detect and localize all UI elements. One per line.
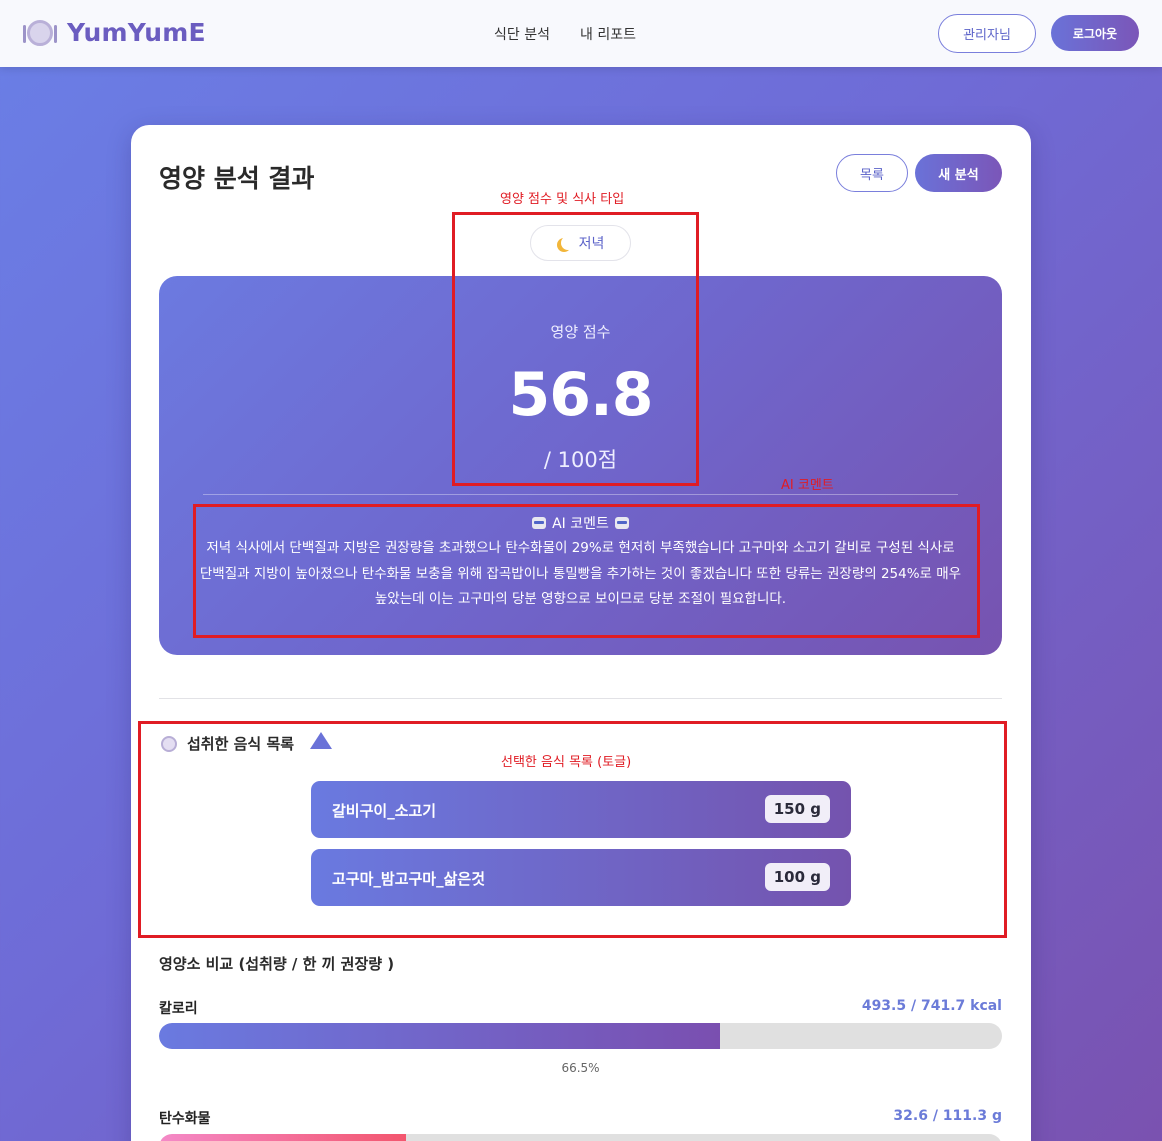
progress-fill-carbs [159,1134,406,1141]
progress-bar-calories [159,1023,1002,1049]
annotation-label-score: 영양 점수 및 식사 타입 [500,192,625,207]
progress-percent-calories: 66.5% [561,1061,600,1075]
new-analysis-button[interactable]: 새 분석 [915,154,1002,192]
logo-text: YumYumE [67,18,206,47]
admin-button[interactable]: 관리자님 [938,14,1036,53]
logo[interactable]: YumYumE [23,18,206,47]
nutrient-label-carbs: 탄수화물 [159,1111,211,1127]
nutrient-value-carbs: 32.6 / 111.3 g [893,1108,1002,1124]
top-navbar: YumYumE 식단 분석 내 리포트 관리자님 로그아웃 [0,0,1162,67]
nutrient-label-calories: 칼로리 [159,1001,198,1017]
nutrient-value-calories: 493.5 / 741.7 kcal [861,998,1002,1014]
annotation-box-score [452,212,699,486]
progress-fill-calories [159,1023,720,1049]
plate-logo-icon [23,19,57,46]
page-title: 영양 분석 결과 [159,164,315,193]
list-button[interactable]: 목록 [836,154,908,192]
section-divider [159,698,1002,699]
comparison-title: 영양소 비교 (섭취량 / 한 끼 권장량 ) [159,955,395,973]
annotation-label-ai: AI 코멘트 [781,478,834,493]
nav-my-report[interactable]: 내 리포트 [580,24,636,44]
annotation-box-foods [138,721,1007,938]
progress-bar-carbs [159,1134,1002,1141]
annotation-box-ai [193,504,980,638]
nav-diet-analysis[interactable]: 식단 분석 [494,24,550,44]
divider [203,494,958,495]
logout-button[interactable]: 로그아웃 [1051,15,1139,51]
